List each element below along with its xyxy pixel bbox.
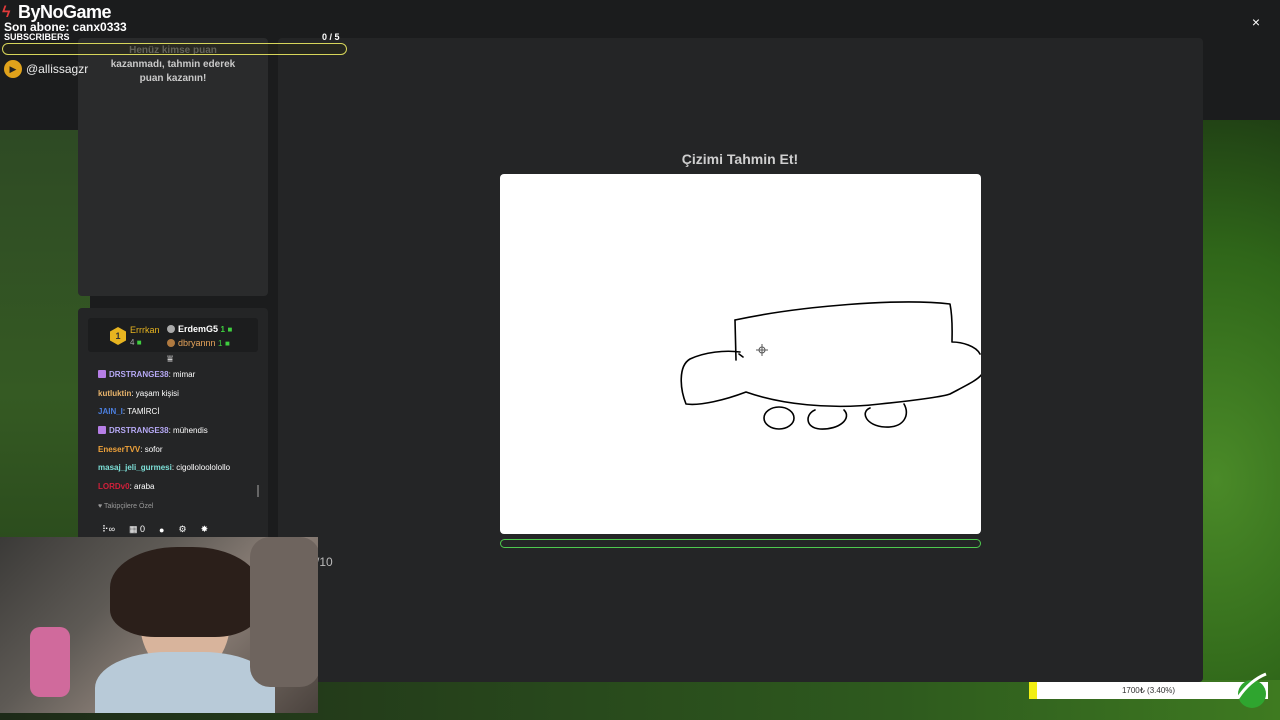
- heart-icon: ♥: [98, 503, 103, 510]
- collapse-icon[interactable]: ⩸: [167, 354, 173, 365]
- chat-text: cigolloloololollo: [176, 463, 231, 473]
- close-button[interactable]: ×: [1248, 14, 1264, 30]
- chat-text: araba: [134, 482, 155, 492]
- chat-message: EneserTVV: sofor: [98, 444, 263, 463]
- second-player: ErdemG5 1 ■: [167, 324, 232, 334]
- chat-username[interactable]: masaj_jeli_gurmesi: [98, 463, 172, 472]
- gift-icon: [98, 426, 106, 435]
- chat-message: kutluktin: yaşam kişisi: [98, 388, 263, 407]
- chat-scrollbar[interactable]: [257, 485, 259, 497]
- timer-bar: [500, 539, 981, 548]
- chat-text: mühendis: [173, 426, 208, 436]
- chat-username[interactable]: EneserTVV: [98, 445, 140, 454]
- coin-icon: ■: [136, 338, 142, 347]
- coin-icon: ■: [225, 339, 230, 348]
- badge-icon: [167, 325, 175, 333]
- webcam-feed: [0, 537, 318, 713]
- chat-bubble-icon[interactable]: ●: [159, 525, 164, 535]
- badge-settings-icon[interactable]: ✸: [201, 524, 209, 535]
- top-player-score: 4 ■: [130, 338, 142, 347]
- chat-message: masaj_jeli_gurmesi: cigolloloololollo: [98, 462, 263, 481]
- chat-text: yaşam kişisi: [135, 388, 179, 398]
- store-icon[interactable]: ▦ 0: [129, 524, 145, 535]
- chat-toolbar: ⠗∞ ▦ 0 ● ⚙ ✸: [102, 524, 208, 535]
- subscribers-count: 0 / 5: [322, 32, 340, 42]
- gift-icon: [98, 370, 106, 378]
- top-player-name: Errrkan: [130, 325, 160, 335]
- chat-message: DRSTRANGE38: mimar: [98, 369, 263, 388]
- coin-icon: ■: [227, 325, 233, 334]
- round-counter: /10: [316, 555, 333, 569]
- settings-icon[interactable]: ⚙: [178, 524, 186, 535]
- badge-icon: [167, 339, 175, 347]
- chat-username[interactable]: LORDv0: [98, 482, 130, 491]
- chat-text: TAMİRCİ: [127, 407, 160, 417]
- play-icon: ▶: [4, 60, 22, 78]
- background-statue-shape: [250, 537, 318, 687]
- corner-logo-icon: [1236, 672, 1267, 708]
- chat-username[interactable]: JAIN_I: [98, 407, 123, 416]
- chat-message: DRSTRANGE38: mühendis: [98, 425, 263, 444]
- background-hill-left: [0, 130, 90, 570]
- chat-message: LORDv0: araba: [98, 481, 263, 500]
- chat-message: JAIN_I: TAMİRCİ: [98, 406, 263, 425]
- third-player: dbryannn 1 ■: [167, 338, 230, 348]
- chat-text: sofor: [144, 444, 163, 454]
- game-title: Çizimi Tahmin Et!: [681, 151, 799, 167]
- connections-icon[interactable]: ⠗∞: [102, 524, 115, 535]
- followers-only-label: ♥ Takipçilere Özel: [98, 503, 154, 510]
- drawing-canvas[interactable]: [500, 174, 981, 534]
- chat-text: mimar: [173, 370, 196, 379]
- bolt-icon: ϟ: [2, 3, 10, 21]
- hair-shape: [110, 547, 260, 637]
- drawing-sketch: [680, 301, 981, 430]
- chat-messages: DRSTRANGE38: mimar kutluktin: yaşam kişis…: [98, 369, 263, 500]
- chat-username[interactable]: DRSTRANGE38: [109, 426, 169, 435]
- subscribers-progress-bar: [2, 43, 347, 55]
- chat-username[interactable]: DRSTRANGE38: [109, 370, 169, 379]
- subscribers-label: SUBSCRIBERS: [4, 32, 70, 42]
- chat-username[interactable]: kutluktin: [98, 389, 131, 398]
- cursor-crosshair: [756, 344, 768, 356]
- shirt-shape: [95, 652, 275, 713]
- mic-light-shape: [30, 627, 70, 697]
- instagram-handle: ▶ @allissagzr: [4, 60, 88, 78]
